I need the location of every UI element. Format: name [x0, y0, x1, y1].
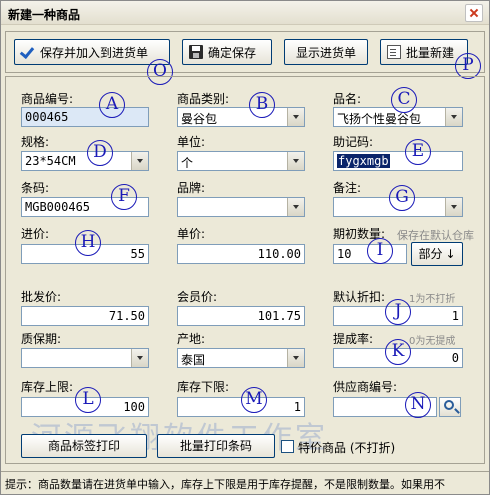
dialog-window: 新建一种商品 保存并加入到进货单 确定保存 显示进货单 批量新建 O P 商品编…	[0, 0, 490, 495]
chevron-down-icon[interactable]	[131, 349, 148, 367]
category-label: 商品类别:	[177, 92, 230, 106]
close-icon[interactable]	[465, 4, 483, 22]
chevron-down-icon[interactable]	[287, 108, 304, 126]
part-button[interactable]: 部分 ↓	[411, 242, 463, 266]
default-discount-label: 默认折扣:	[333, 290, 386, 304]
chevron-down-icon[interactable]	[287, 349, 304, 367]
initial-qty-hint: 保存在默认仓库	[397, 229, 474, 242]
stock-max-label: 库存上限:	[21, 380, 74, 394]
marker-i: I	[367, 238, 393, 264]
origin-select[interactable]: 泰国	[177, 348, 305, 368]
marker-b: B	[249, 92, 275, 118]
unit-price-input[interactable]: 110.00	[177, 244, 305, 264]
show-purchase-list-button[interactable]: 显示进货单	[284, 39, 368, 65]
spec-label: 规格:	[21, 135, 50, 149]
marker-a: A	[99, 92, 125, 118]
chevron-down-icon[interactable]	[445, 108, 462, 126]
code-input[interactable]: 000465	[21, 107, 149, 127]
member-price-input[interactable]: 101.75	[177, 306, 305, 326]
spec-select[interactable]: 23*54CM	[21, 151, 149, 171]
document-icon	[387, 45, 401, 59]
save-label: 确定保存	[208, 45, 257, 60]
supplier-search-button[interactable]	[439, 397, 461, 417]
supplier-code-label: 供应商编号:	[333, 380, 398, 394]
brand-select[interactable]	[177, 197, 305, 217]
window-title: 新建一种商品	[8, 8, 81, 22]
title-bar: 新建一种商品	[1, 1, 489, 25]
marker-f: F	[111, 184, 137, 210]
marker-l: L	[75, 387, 101, 413]
unit-select[interactable]: 个	[177, 151, 305, 171]
stock-min-label: 库存下限:	[177, 380, 230, 394]
marker-j: J	[385, 299, 411, 325]
status-bar: 提示：商品数量请在进货单中输入，库存上下限是用于库存提醒，不是限制数量。如果用不	[1, 471, 489, 494]
part-label: 部分	[418, 247, 443, 261]
barcode-label: 条码:	[21, 181, 50, 195]
wholesale-price-input[interactable]: 71.50	[21, 306, 149, 326]
name-value: 飞扬个性曼谷包	[337, 112, 422, 126]
code-label: 商品编号:	[21, 92, 74, 106]
member-price-label: 会员价:	[177, 290, 218, 304]
commission-rate-hint: 0为无提成	[409, 336, 456, 347]
shelf-life-label: 质保期:	[21, 332, 62, 346]
brand-label: 品牌:	[177, 181, 206, 195]
wholesale-price-label: 批发价:	[21, 290, 62, 304]
origin-label: 产地:	[177, 332, 206, 346]
toolbar: 保存并加入到进货单 确定保存 显示进货单 批量新建	[5, 31, 485, 73]
marker-g: G	[389, 185, 415, 211]
marker-k: K	[385, 339, 411, 365]
batch-new-label: 批量新建	[406, 45, 455, 60]
search-icon	[444, 400, 454, 410]
unit-price-label: 单价:	[177, 227, 206, 241]
commission-rate-label: 提成率:	[333, 332, 374, 346]
marker-d: D	[87, 140, 113, 166]
marker-e: E	[405, 139, 431, 165]
marker-h: H	[75, 230, 101, 256]
default-discount-hint: 1为不打折	[409, 294, 456, 305]
chevron-down-icon[interactable]	[445, 198, 462, 216]
special-price-checkbox[interactable]	[281, 440, 294, 453]
purchase-price-label: 进价:	[21, 227, 50, 241]
chevron-down-icon[interactable]	[287, 198, 304, 216]
label-print-button[interactable]: 商品标签打印	[21, 434, 147, 458]
show-list-label: 显示进货单	[295, 45, 356, 60]
name-label: 品名:	[333, 92, 362, 106]
marker-c: C	[391, 87, 417, 113]
special-price-label: 特价商品 (不打折)	[298, 441, 396, 455]
check-icon	[21, 45, 35, 59]
save-and-add-button[interactable]: 保存并加入到进货单	[14, 39, 170, 65]
save-and-add-label: 保存并加入到进货单	[40, 45, 149, 60]
spec-value: 23*54CM	[25, 154, 76, 168]
marker-m: M	[241, 387, 267, 413]
category-select[interactable]: 曼谷包	[177, 107, 305, 127]
save-button[interactable]: 确定保存	[182, 39, 272, 65]
shelf-life-select[interactable]	[21, 348, 149, 368]
category-value: 曼谷包	[181, 112, 218, 126]
mnemonic-value: fygxmgb	[337, 154, 390, 168]
chevron-down-icon[interactable]	[131, 152, 148, 170]
origin-value: 泰国	[181, 353, 206, 367]
save-disk-icon	[189, 45, 203, 59]
mnemonic-label: 助记码:	[333, 135, 374, 149]
arrow-down-icon: ↓	[445, 247, 456, 261]
marker-n: N	[405, 392, 431, 418]
batch-barcode-print-button[interactable]: 批量打印条码	[157, 434, 275, 458]
mnemonic-input[interactable]: fygxmgb	[333, 151, 463, 171]
unit-value: 个	[181, 156, 194, 170]
remark-label: 备注:	[333, 181, 362, 195]
unit-label: 单位:	[177, 135, 206, 149]
chevron-down-icon[interactable]	[287, 152, 304, 170]
